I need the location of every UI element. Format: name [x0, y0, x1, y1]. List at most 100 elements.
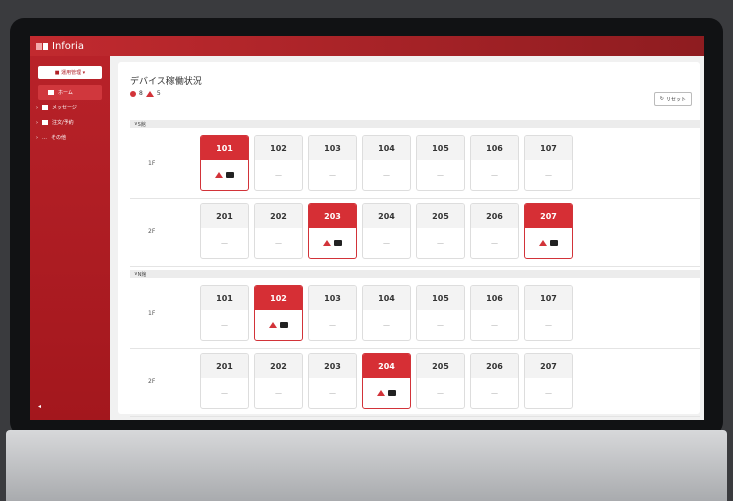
room-status — [255, 310, 302, 340]
sidebar-item-orders[interactable]: › 注文/予約 — [30, 115, 110, 130]
error-icon — [130, 90, 136, 97]
room-card[interactable]: 105 — — [416, 285, 465, 341]
room-status: — — [221, 321, 228, 329]
sidebar-item-other[interactable]: › … その他 — [30, 130, 110, 145]
room-card[interactable]: 206 — — [470, 203, 519, 259]
sidebar-item-home[interactable]: ホーム — [38, 85, 102, 100]
app-title: Inforia — [52, 40, 84, 52]
monitor-stand — [6, 430, 727, 501]
room-status — [363, 378, 410, 408]
floor-label: 1F — [148, 160, 156, 167]
room-number: 204 — [363, 204, 410, 228]
room-status — [525, 228, 572, 258]
logo-icon — [36, 42, 48, 50]
room-number: 107 — [525, 286, 572, 310]
room-number: 206 — [471, 204, 518, 228]
room-card[interactable]: 202 — — [254, 353, 303, 409]
room-card[interactable]: 203 — [308, 203, 357, 259]
room-number: 206 — [471, 354, 518, 378]
sidebar-item-label: その他 — [51, 135, 67, 141]
room-number: 204 — [363, 354, 410, 378]
room-status: — — [491, 239, 498, 247]
room-status: — — [437, 239, 444, 247]
room-card[interactable]: 106 — — [470, 135, 519, 191]
room-card[interactable]: 103 — — [308, 285, 357, 341]
room-card[interactable]: 104 — — [362, 285, 411, 341]
room-card[interactable]: 207 — [524, 203, 573, 259]
warning-icon — [539, 240, 547, 246]
message-icon — [42, 105, 48, 110]
room-number: 201 — [201, 354, 248, 378]
room-alert-indicator — [539, 240, 558, 246]
room-card[interactable]: 201 — — [200, 353, 249, 409]
room-card[interactable]: 202 — — [254, 203, 303, 259]
sidebar-collapse-button[interactable]: ◂ — [38, 403, 41, 410]
room-card[interactable]: 107 — — [524, 285, 573, 341]
room-card[interactable]: 101 — [200, 135, 249, 191]
floor-row: 1F 101 — 102 103 — 104 — 105 — 106 — 107 — — [130, 280, 700, 349]
reset-label: リセット — [665, 96, 686, 103]
status-summary: 8 5 — [130, 90, 161, 97]
room-number: 103 — [309, 286, 356, 310]
room-card[interactable]: 102 — — [254, 135, 303, 191]
room-number: 102 — [255, 286, 302, 310]
warning-icon — [377, 390, 385, 396]
room-number: 202 — [255, 204, 302, 228]
reset-button[interactable]: ↻ リセット — [653, 92, 692, 106]
room-status: — — [545, 171, 552, 179]
room-card[interactable]: 201 — — [200, 203, 249, 259]
room-alert-indicator — [377, 390, 396, 396]
refresh-icon: ↻ — [659, 96, 664, 102]
room-card[interactable]: 204 — — [362, 203, 411, 259]
room-card[interactable]: 107 — — [524, 135, 573, 191]
floor-row: 2F 201 — 202 — 203 — 204 205 — 206 — 207 — — [130, 348, 700, 417]
room-number: 205 — [417, 354, 464, 378]
room-number: 103 — [309, 136, 356, 160]
floor-label: 2F — [148, 228, 156, 235]
room-status: — — [329, 171, 336, 179]
room-card[interactable]: 104 — — [362, 135, 411, 191]
room-card[interactable]: 103 — — [308, 135, 357, 191]
room-card[interactable]: 207 — — [524, 353, 573, 409]
room-card[interactable]: 102 — [254, 285, 303, 341]
room-status: — — [383, 321, 390, 329]
room-card[interactable]: 106 — — [470, 285, 519, 341]
building-group-header[interactable]: ∨ N館 — [130, 270, 700, 278]
room-card[interactable]: 205 — — [416, 353, 465, 409]
sidebar-item-label: ホーム — [58, 90, 73, 96]
room-status: — — [545, 321, 552, 329]
room-alert-indicator — [323, 240, 342, 246]
room-card[interactable]: 101 — — [200, 285, 249, 341]
room-number: 205 — [417, 204, 464, 228]
room-status: — — [275, 171, 282, 179]
building-group-header[interactable]: ∨ S館 — [130, 120, 700, 128]
room-card[interactable]: 204 — [362, 353, 411, 409]
room-number: 201 — [201, 204, 248, 228]
room-status: — — [545, 389, 552, 397]
chevron-right-icon: › — [36, 104, 38, 111]
sidebar-item-label: 注文/予約 — [52, 120, 74, 126]
sidebar: ■ 運用管理 ▾ ホーム › メッセージ › 注文/予約 › … その他 ◂ — [30, 56, 110, 420]
operation-select[interactable]: ■ 運用管理 ▾ — [38, 66, 102, 79]
room-number: 207 — [525, 354, 572, 378]
room-number: 104 — [363, 136, 410, 160]
room-number: 105 — [417, 286, 464, 310]
room-card[interactable]: 203 — — [308, 353, 357, 409]
floor-label: 1F — [148, 310, 156, 317]
sidebar-item-messages[interactable]: › メッセージ — [30, 100, 110, 115]
room-card[interactable]: 206 — — [470, 353, 519, 409]
room-status — [201, 160, 248, 190]
chevron-right-icon: › — [36, 119, 38, 126]
room-status: — — [383, 171, 390, 179]
room-status: — — [491, 321, 498, 329]
home-icon — [48, 90, 54, 95]
room-card[interactable]: 205 — — [416, 203, 465, 259]
warning-icon — [269, 322, 277, 328]
room-number: 203 — [309, 204, 356, 228]
room-status: — — [329, 389, 336, 397]
room-status: — — [437, 321, 444, 329]
room-card[interactable]: 105 — — [416, 135, 465, 191]
warning-count: 5 — [156, 90, 161, 97]
warning-icon — [323, 240, 331, 246]
sidebar-item-label: メッセージ — [52, 105, 77, 111]
